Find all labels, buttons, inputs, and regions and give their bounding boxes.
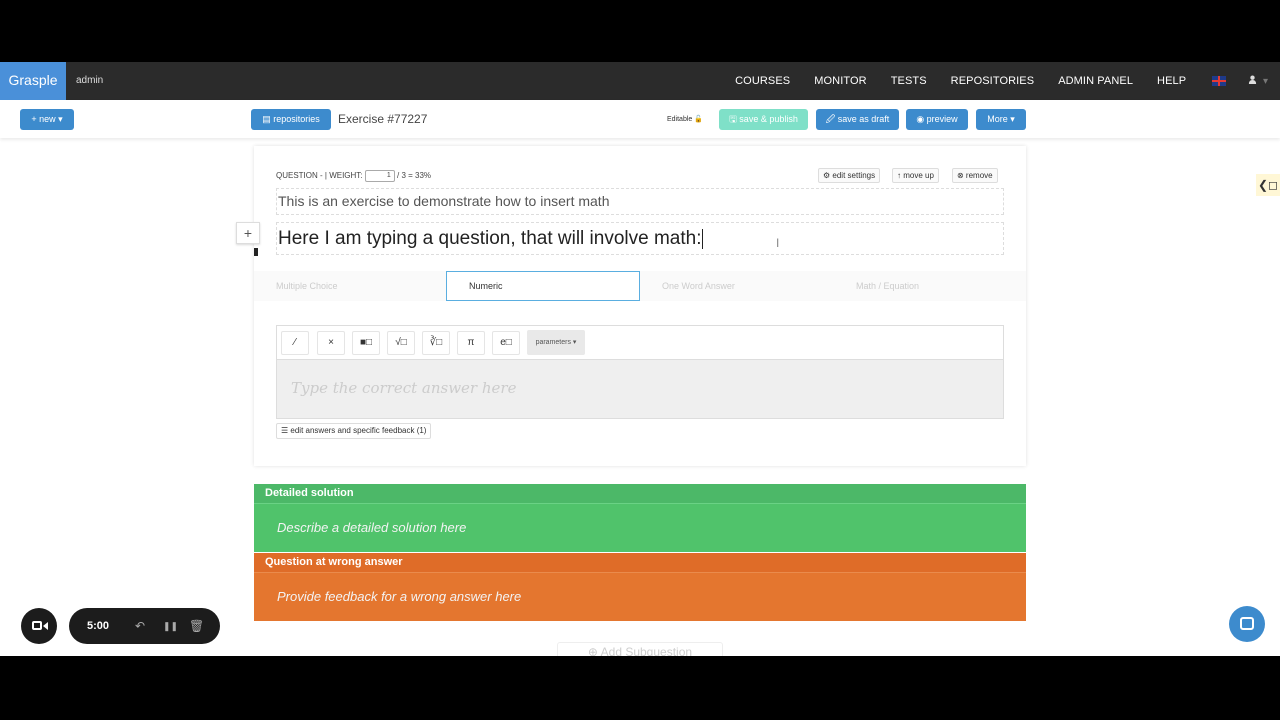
language-flag-icon[interactable] [1212,76,1227,86]
edit-settings-button[interactable]: ⚙ edit settings [818,168,881,183]
detailed-solution-input[interactable]: Describe a detailed solution here [254,503,1026,552]
save-publish-button[interactable]: 🖫 save & publish [719,109,808,130]
exponential-icon[interactable]: e□ [492,331,520,355]
weight-input[interactable]: 1 [364,170,395,182]
brand-logo[interactable]: Grasple [0,62,66,100]
add-block-button[interactable]: + [236,222,260,244]
new-button[interactable]: + new ▾ [20,109,74,130]
tab-math-equation[interactable]: Math / Equation [856,271,1006,301]
chat-icon [1240,617,1254,630]
undo-icon[interactable]: ↶ [135,608,145,644]
multiply-icon[interactable]: × [317,331,345,355]
trash-icon[interactable]: 🗑 [189,608,204,644]
tab-numeric[interactable]: Numeric [446,271,640,301]
question-text-field[interactable]: Here I am typing a question, that will i… [276,222,1004,255]
tab-one-word-answer[interactable]: One Word Answer [662,271,832,301]
remove-button[interactable]: ⊗ remove [952,168,998,183]
add-subquestion-button[interactable]: ⊕ Add Subquestion [557,642,723,656]
question-card: QUESTION - | WEIGHT: 1 / 3 = 33% ⚙ edit … [236,146,1026,466]
nav-item-repositories[interactable]: REPOSITORIES [951,75,1035,87]
preview-button[interactable]: ◉ preview [906,109,968,130]
question-meta: QUESTION - | WEIGHT: 1 / 3 = 33% [276,170,431,182]
pause-icon[interactable]: ❚❚ [163,608,178,644]
user-menu-icon[interactable]: ▾ [1248,75,1268,87]
question-text: Here I am typing a question, that will i… [278,228,702,249]
detailed-solution-title: Detailed solution [254,484,1026,503]
weight-summary: / 3 = 33% [397,171,432,181]
edit-answers-feedback-button[interactable]: ☰ edit answers and specific feedback (1) [276,423,432,439]
parameters-dropdown[interactable]: parameters ▾ [527,330,585,355]
nav-menu: COURSES MONITOR TESTS REPOSITORIES ADMIN… [711,62,1268,100]
pi-icon[interactable]: π [457,331,485,355]
recording-timer: 5:00 [87,620,110,632]
exercise-title: Exercise #77227 [338,112,428,126]
editor-toolbar: + new ▾ ▤ repositories Exercise #77227 E… [0,100,1280,138]
power-icon[interactable]: ■□ [352,331,380,355]
person-icon [1249,75,1257,84]
recording-controls: 5:00 ↶ ❚❚ 🗑 [69,608,220,644]
answer-input[interactable]: Type the correct answer here [277,360,1003,418]
intro-text-field[interactable]: This is an exercise to demonstrate how t… [276,188,1004,215]
nav-item-tests[interactable]: TESTS [891,75,927,87]
detailed-solution-section: Detailed solution Describe a detailed so… [254,484,1026,552]
insertion-marker [254,248,258,256]
ibeam-cursor-icon: I [776,236,780,250]
square-root-icon[interactable]: √□ [387,331,415,355]
nav-item-admin-panel[interactable]: ADMIN PANEL [1058,75,1133,87]
nav-item-monitor[interactable]: MONITOR [814,75,866,87]
weight-label: QUESTION - | WEIGHT: [276,171,363,181]
video-camera-icon [32,621,42,630]
fraction-icon[interactable]: ⁄ [281,331,309,355]
chat-button[interactable] [1229,606,1265,642]
camera-button[interactable] [21,608,57,644]
user-menu-caret-icon: ▾ [1262,76,1268,87]
repositories-button[interactable]: ▤ repositories [251,109,331,130]
app-window: Grasple admin COURSES MONITOR TESTS REPO… [0,62,1280,656]
math-answer-editor: ⁄ × ■□ √□ ∛□ π e□ parameters ▾ Type the … [276,325,1004,419]
nav-item-courses[interactable]: COURSES [735,75,790,87]
more-button[interactable]: More ▾ [976,109,1026,130]
wrong-answer-title: Question at wrong answer [254,553,1026,572]
nav-item-help[interactable]: HELP [1157,75,1186,87]
editable-lock-toggle[interactable]: Editable 🔓 [667,115,703,123]
top-navigation: Grasple admin COURSES MONITOR TESTS REPO… [0,62,1280,100]
tab-multiple-choice[interactable]: Multiple Choice [276,271,446,301]
answer-type-tabs: Multiple Choice Numeric One Word Answer … [254,271,1026,301]
math-toolbar: ⁄ × ■□ √□ ∛□ π e□ parameters ▾ [277,326,1003,360]
text-caret [702,228,704,249]
side-panel-toggle-icon[interactable]: ❮◻ [1256,174,1280,196]
nth-root-icon[interactable]: ∛□ [422,331,450,355]
move-up-button[interactable]: ↑ move up [892,168,939,183]
current-user-label: admin [76,75,104,86]
wrong-answer-input[interactable]: Provide feedback for a wrong answer here [254,572,1026,621]
save-draft-button[interactable]: 🖉 save as draft [816,109,899,130]
wrong-answer-section: Question at wrong answer Provide feedbac… [254,553,1026,621]
